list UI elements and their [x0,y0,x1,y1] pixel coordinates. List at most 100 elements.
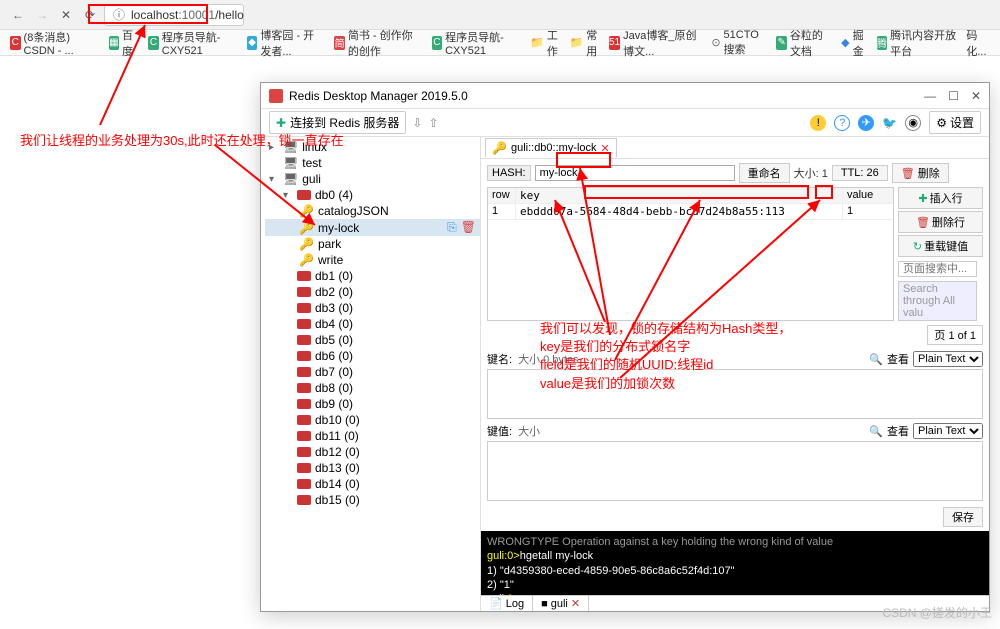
bookmark-folder[interactable]: 📁工作 [530,27,559,59]
terminal[interactable]: WRONGTYPE Operation against a key holdin… [481,531,989,595]
view-icon[interactable]: 🔍 [869,353,883,366]
tab-close-icon[interactable]: ✕ [601,142,610,155]
tree-db[interactable]: db11 (0) [265,428,480,444]
annotation-text-right: 我们可以发现，锁的存储结构为Hash类型， key是我们的分布式锁名字 fiel… [540,320,791,393]
watermark: CSDN @搓发的小王 [882,604,992,621]
tree-conn-guli[interactable]: ▾🖥guli [265,171,480,187]
annotation-text-left: 我们让线程的业务处理为30s,此时还在处理，锁一直存在 [20,130,344,149]
view-label: 查看 [887,423,909,439]
warning-icon[interactable]: ! [810,115,826,131]
copy-icon[interactable]: ⎘ [447,220,457,235]
back-button[interactable]: ← [8,5,28,25]
hash-grid-wrap: row key value 1 ebddd07a-5684-48d4-bebb-… [481,187,989,321]
tree-key[interactable]: 🔑write [265,252,480,268]
tree-db[interactable]: db14 (0) [265,476,480,492]
rdm-app-icon [269,89,283,103]
info-icon: ⓘ [113,6,125,23]
view-label: 查看 [887,351,909,367]
bookmark-item[interactable]: ◆掘金 [841,27,866,59]
encoding-select[interactable]: Plain Text [913,351,983,367]
value-field-label: 键值: [487,423,512,439]
tree-db0[interactable]: ▾db0 (4) [265,187,480,203]
view-icon[interactable]: 🔍 [869,425,883,438]
telegram-icon[interactable]: ✈ [858,115,874,131]
bookmark-item[interactable]: 码化... [966,27,990,59]
tree-db[interactable]: db15 (0) [265,492,480,508]
bookmark-item[interactable]: 腾腾讯内容开放平台 [877,27,957,59]
tree-db[interactable]: db2 (0) [265,284,480,300]
bookmark-folder[interactable]: 📁常用 [570,27,599,59]
tree-db[interactable]: db3 (0) [265,300,480,316]
delete-icon[interactable]: 🗑 [461,220,476,235]
tree-key-mylock[interactable]: 🔑my-lock⎘🗑 [265,219,480,236]
key-header: HASH: 重命名 大小: 1 TTL: 26 🗑 删除 [481,159,989,187]
tree-key[interactable]: 🔑park [265,236,480,252]
value-box[interactable] [487,441,983,501]
close-button[interactable]: ✕ [56,5,76,25]
tree-db[interactable]: db13 (0) [265,460,480,476]
type-badge: HASH: [487,165,531,181]
rdm-toolbar: ✚ 连接到 Redis 服务器 ⇩ ⇧ ! ? ✈ 🐦 ◉ ⚙ 设置 [261,109,989,137]
page-search-input[interactable] [898,261,977,277]
encoding-select-2[interactable]: Plain Text [913,423,983,439]
bookmark-item[interactable]: ⊙51CTO 搜索 [711,29,766,57]
bookmark-item[interactable]: 51Java博客_原创博文... [609,27,701,59]
settings-button[interactable]: ⚙ 设置 [929,111,981,134]
delete-row-button[interactable]: 🗑删除行 [898,211,983,233]
tree-db[interactable]: db4 (0) [265,316,480,332]
bookmark-item[interactable]: ✎谷粒的文档 [776,27,831,59]
browser-nav-bar: ← → ✕ ⟳ ⓘ localhost:10001/hello [0,0,1000,30]
key-name-input[interactable] [535,165,735,181]
reload-button[interactable]: ⟳ [80,5,100,25]
tree-db[interactable]: db1 (0) [265,268,480,284]
bookmark-item[interactable]: ▦百度 [109,27,139,59]
bookmark-item[interactable]: C程序员导航-CXY521 [432,29,521,57]
rename-button[interactable]: 重命名 [739,163,790,183]
hash-grid[interactable]: row key value 1 ebddd07a-5684-48d4-bebb-… [487,187,894,321]
log-tab[interactable]: 📄Log [481,596,533,611]
save-button[interactable]: 保存 [943,507,983,527]
window-close-button[interactable]: ✕ [971,89,981,103]
grid-row[interactable]: 1 ebddd07a-5684-48d4-bebb-bcd7d24b8a55:1… [488,204,893,220]
export-icon[interactable]: ⇧ [428,116,438,130]
url-bar[interactable]: ⓘ localhost:10001/hello [104,4,244,26]
url-text: localhost:10001/hello [131,8,244,22]
twitter-icon[interactable]: 🐦 [882,116,897,130]
search-all-button[interactable]: Search through All valu [898,281,977,321]
tree-db[interactable]: db9 (0) [265,396,480,412]
key-tab[interactable]: 🔑 guli::db0::my-lock ✕ [485,138,617,157]
plus-icon: ✚ [276,116,286,130]
bookmark-item[interactable]: C程序员导航-CXY521 [148,29,237,57]
help-icon[interactable]: ? [834,115,850,131]
tree-db[interactable]: db10 (0) [265,412,480,428]
tree-db[interactable]: db6 (0) [265,348,480,364]
tree-db[interactable]: db8 (0) [265,380,480,396]
import-icon[interactable]: ⇩ [412,116,422,130]
tree-key[interactable]: 🔑catalogJSON [265,203,480,219]
rdm-titlebar[interactable]: Redis Desktop Manager 2019.5.0 — ☐ ✕ [261,83,989,109]
github-icon[interactable]: ◉ [905,115,921,131]
reload-button[interactable]: ↻重载键值 [898,235,983,257]
insert-row-button[interactable]: ✚插入行 [898,187,983,209]
ttl-button[interactable]: TTL: 26 [832,165,888,181]
key-tab-bar: 🔑 guli::db0::my-lock ✕ [481,137,989,159]
maximize-button[interactable]: ☐ [948,89,959,103]
tree-db[interactable]: db7 (0) [265,364,480,380]
bookmark-item[interactable]: 简简书 - 创作你的创作 [334,27,421,59]
bookmark-item[interactable]: ◆博客园 - 开发者... [247,27,324,59]
delete-key-button[interactable]: 🗑 删除 [892,163,949,183]
tree-db[interactable]: db12 (0) [265,444,480,460]
pager-text: 页 1 of 1 [927,325,983,345]
minimize-button[interactable]: — [924,89,936,103]
bookmark-item[interactable]: C(8条消息) CSDN - ... [10,29,99,57]
value-size-label: 大小 [518,423,540,439]
tree-db[interactable]: db5 (0) [265,332,480,348]
gear-icon: ⚙ [936,116,947,130]
guli-tab[interactable]: ■guli✕ [533,596,589,611]
forward-button[interactable]: → [32,5,52,25]
value-section: 键值: 大小 🔍 查看 Plain Text [481,421,989,503]
tree-conn-test[interactable]: 🖥test [265,155,480,171]
key-field-label: 键名: [487,351,512,367]
connection-tree[interactable]: ▸🖥linux 🖥test ▾🖥guli ▾db0 (4) 🔑catalogJS… [261,137,481,611]
key-icon: 🔑 [492,141,507,155]
